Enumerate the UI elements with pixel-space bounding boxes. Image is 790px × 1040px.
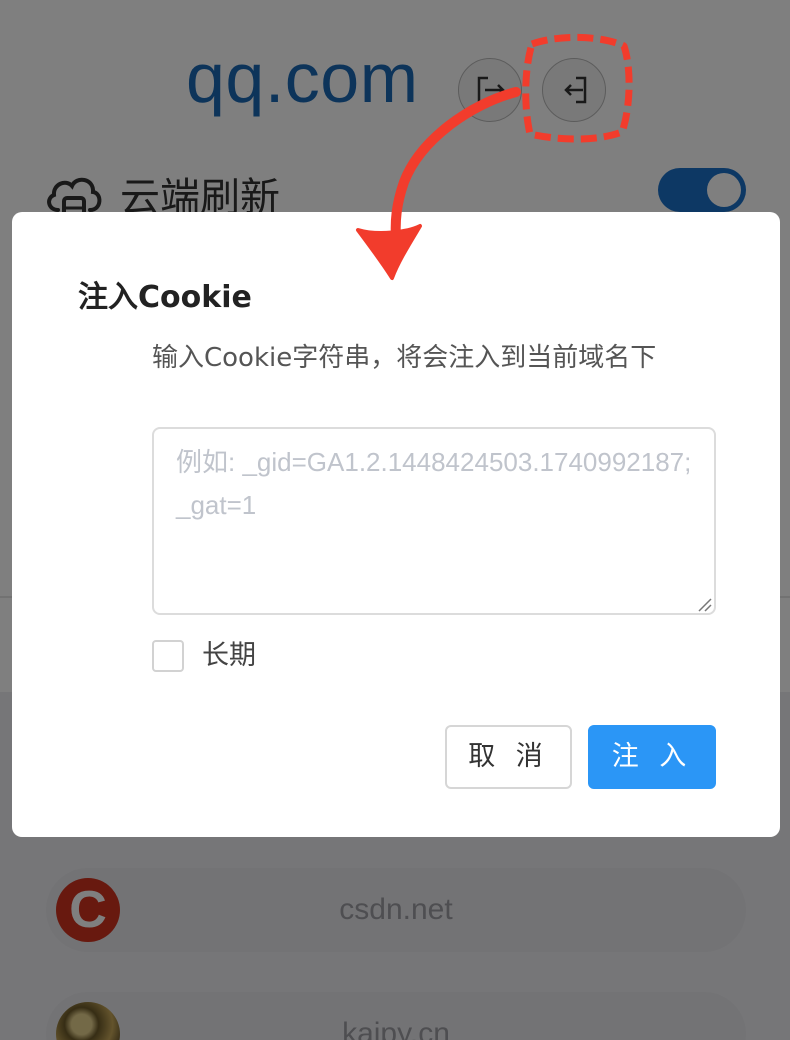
resize-handle-icon[interactable]	[696, 596, 712, 612]
cancel-button[interactable]: 取 消	[445, 725, 572, 789]
dialog-title: 注入Cookie	[78, 280, 252, 315]
long-term-checkbox[interactable]	[152, 640, 184, 672]
inject-cookie-dialog: 注入Cookie 输入Cookie字符串，将会注入到当前域名下 长期 取 消 注…	[12, 212, 780, 837]
dialog-description: 输入Cookie字符串，将会注入到当前域名下	[152, 343, 657, 373]
inject-button[interactable]: 注 入	[588, 725, 716, 789]
long-term-label[interactable]: 长期	[202, 638, 256, 674]
cookie-string-input[interactable]	[152, 427, 716, 615]
